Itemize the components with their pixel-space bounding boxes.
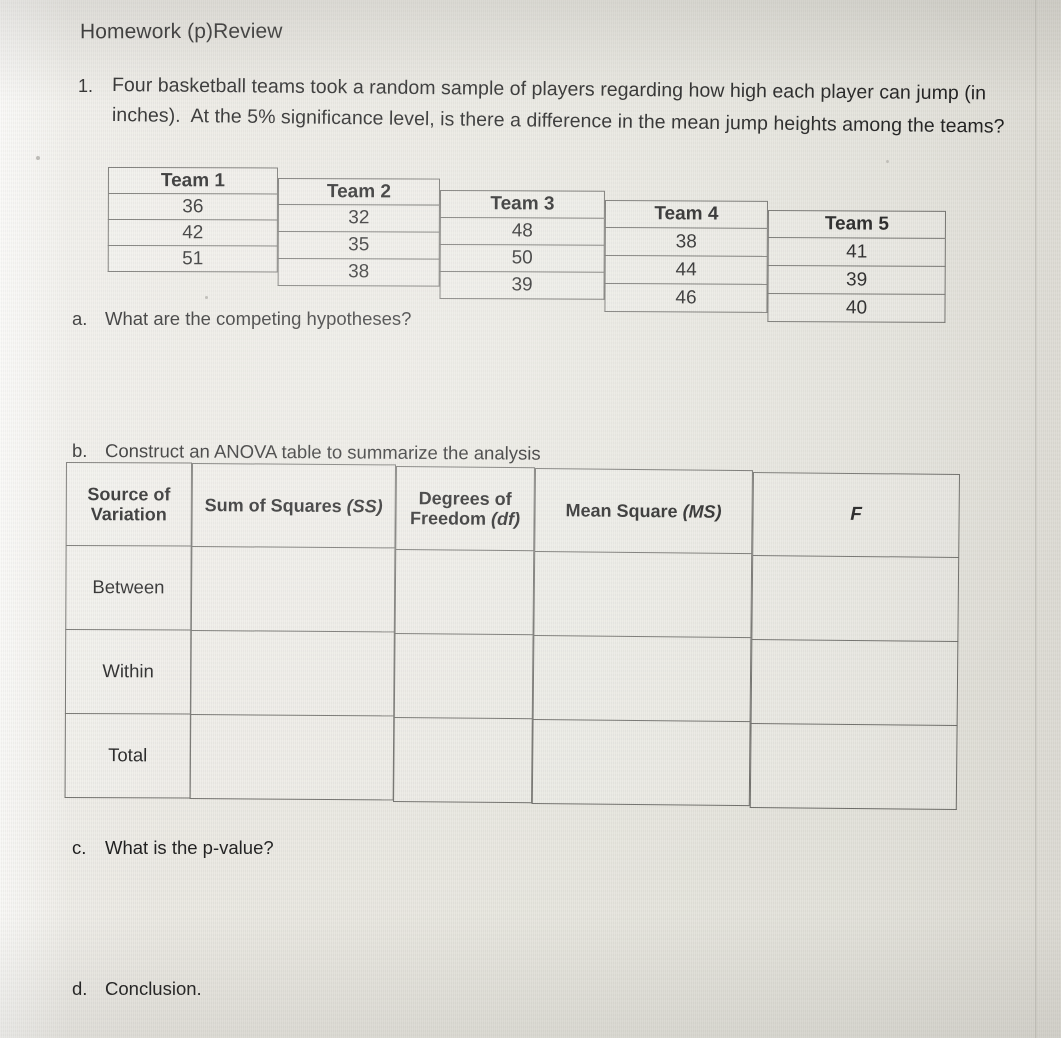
data-table-cell: 44 xyxy=(604,255,768,285)
anova-answer-cell[interactable] xyxy=(393,717,533,804)
data-table-cell: 38 xyxy=(277,258,440,287)
anova-answer-cell[interactable] xyxy=(190,546,396,633)
data-table-header-cell: Team 3 xyxy=(439,190,605,219)
anova-table-column: Degrees of Freedom (df) xyxy=(393,466,535,804)
anova-answer-cell[interactable] xyxy=(531,719,751,807)
anova-header-text: Freedom xyxy=(409,508,487,529)
data-table-cell: 51 xyxy=(107,245,278,273)
data-table-cell: 46 xyxy=(604,283,768,313)
anova-header-abbrev: (df) xyxy=(490,508,521,530)
anova-header-cell: Source of Variation xyxy=(65,462,192,547)
part-d-letter: d. xyxy=(72,978,88,999)
anova-header-line: Freedom (df) xyxy=(410,508,520,529)
anova-header-cell: Mean Square (MS) xyxy=(534,468,753,555)
data-table-header-cell: Team 2 xyxy=(277,178,440,206)
anova-table-column: Source of Variation Between Within Total xyxy=(64,462,192,799)
data-table-cell: 41 xyxy=(767,237,946,267)
anova-answer-cell[interactable] xyxy=(393,633,534,720)
anova-header-text: Mean Square xyxy=(565,500,678,522)
anova-answer-cell[interactable] xyxy=(751,555,960,642)
data-table-column: Team 4 38 44 46 xyxy=(604,200,768,313)
question-number: 1. xyxy=(78,76,94,96)
anova-answer-cell[interactable] xyxy=(189,714,395,801)
data-table-cell: 39 xyxy=(767,265,946,295)
anova-table-column: F xyxy=(749,472,960,810)
question-text-line-2: inches). At the 5% significance level, i… xyxy=(111,104,1005,138)
question-text-line-1: Four basketball teams took a random samp… xyxy=(111,74,987,105)
page-edge-line xyxy=(1035,0,1037,1038)
anova-header-line: Mean Square (MS) xyxy=(565,500,721,522)
anova-answer-cell[interactable] xyxy=(394,549,535,636)
data-table-header-cell: Team 1 xyxy=(107,167,278,195)
anova-answer-cell[interactable] xyxy=(190,630,395,717)
page-left-highlight xyxy=(0,0,70,1038)
data-table-column: Team 3 48 50 39 xyxy=(439,190,605,300)
anova-header-text: Sum of Squares xyxy=(204,495,342,516)
data-table-cell: 39 xyxy=(439,271,605,300)
part-b-text: Construct an ANOVA table to summarize th… xyxy=(104,440,541,464)
part-d-text: Conclusion. xyxy=(105,978,202,999)
part-b-letter: b. xyxy=(72,440,88,461)
data-table-cell: 38 xyxy=(604,227,768,257)
anova-row-label: Between xyxy=(65,545,192,631)
part-a-letter: a. xyxy=(72,308,88,329)
data-table-header-cell: Team 4 xyxy=(604,200,768,229)
anova-header-cell: F xyxy=(752,472,960,558)
data-table-cell: 40 xyxy=(767,293,946,323)
anova-answer-cell[interactable] xyxy=(532,635,752,723)
paper-speck xyxy=(886,160,889,163)
paper-speck xyxy=(205,296,208,299)
anova-header-line: Degrees of xyxy=(418,488,512,509)
anova-header-abbrev: (MS) xyxy=(682,501,722,522)
worksheet-page: Homework (p)Review 1. Four basketball te… xyxy=(0,0,1061,1038)
data-table-column: Team 5 41 39 40 xyxy=(767,210,946,323)
anova-header-abbrev: (SS) xyxy=(346,496,383,517)
anova-row-label: Total xyxy=(64,713,191,799)
part-c-letter: c. xyxy=(72,837,87,858)
anova-table-column: Sum of Squares (SS) xyxy=(189,463,396,801)
part-c-text: What is the p-value? xyxy=(105,837,274,858)
data-table-cell: 50 xyxy=(439,244,605,273)
data-table-header-cell: Team 5 xyxy=(767,210,946,239)
data-table-cell: 36 xyxy=(107,193,278,221)
data-table-cell: 42 xyxy=(107,219,278,247)
data-table-cell: 35 xyxy=(277,231,440,260)
data-table-cell: 32 xyxy=(277,204,440,233)
anova-row-label: Within xyxy=(64,629,192,715)
page-title: Homework (p)Review xyxy=(79,19,283,44)
anova-table-column: Mean Square (MS) xyxy=(531,468,753,807)
data-table-column: Team 2 32 35 38 xyxy=(277,178,440,287)
anova-answer-cell[interactable] xyxy=(749,723,958,810)
data-table-cell: 48 xyxy=(439,217,605,246)
part-a-text: What are the competing hypotheses? xyxy=(105,308,412,329)
data-table-column: Team 1 36 42 51 xyxy=(107,167,278,273)
anova-header-line: Sum of Squares (SS) xyxy=(205,495,383,516)
paper-speck xyxy=(36,156,40,160)
anova-header-line: Source of xyxy=(87,483,171,505)
anova-header-cell: Sum of Squares (SS) xyxy=(191,463,396,549)
anova-answer-cell[interactable] xyxy=(533,551,753,639)
anova-answer-cell[interactable] xyxy=(750,639,959,726)
anova-header-abbrev: F xyxy=(850,504,862,526)
anova-header-line: Variation xyxy=(90,504,167,525)
anova-header-cell: Degrees of Freedom (df) xyxy=(395,466,535,552)
